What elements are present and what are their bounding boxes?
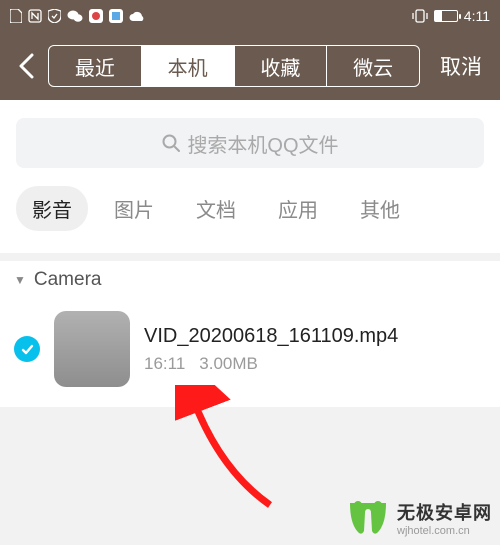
status-time: 4:11 xyxy=(464,8,490,24)
source-segmented-control: 最近 本机 收藏 微云 xyxy=(48,45,420,87)
watermark: 无极安卓网 wjhotel.com.cn xyxy=(347,499,492,537)
tab-docs[interactable]: 文档 xyxy=(180,186,252,231)
search-placeholder: 搜索本机QQ文件 xyxy=(187,129,338,158)
battery-icon xyxy=(434,10,458,22)
checkbox-checked[interactable] xyxy=(14,336,40,362)
tab-media[interactable]: 影音 xyxy=(16,186,88,231)
seg-local[interactable]: 本机 xyxy=(142,46,235,86)
group-name: Camera xyxy=(34,269,102,291)
app-icon-2 xyxy=(109,9,123,23)
group-header[interactable]: ▼ Camera xyxy=(0,253,500,297)
file-time: 16:11 xyxy=(144,354,185,374)
seg-favorites[interactable]: 收藏 xyxy=(235,46,328,86)
sim-icon xyxy=(10,9,22,23)
watermark-title: 无极安卓网 xyxy=(397,499,492,525)
back-button[interactable] xyxy=(12,46,40,86)
cloud-icon xyxy=(129,10,145,22)
nfc-icon xyxy=(28,9,42,23)
file-size: 3.00MB xyxy=(199,354,258,374)
file-meta: VID_20200618_161109.mp4 16:11 3.00MB xyxy=(144,325,398,374)
file-row[interactable]: VID_20200618_161109.mp4 16:11 3.00MB xyxy=(0,297,500,407)
shield-icon xyxy=(48,9,61,23)
seg-recent[interactable]: 最近 xyxy=(49,46,142,86)
tab-other[interactable]: 其他 xyxy=(344,186,416,231)
category-tabs: 影音 图片 文档 应用 其他 xyxy=(0,178,500,253)
watermark-logo xyxy=(347,499,389,537)
tab-images[interactable]: 图片 xyxy=(98,186,170,231)
search-wrapper: 搜索本机QQ文件 xyxy=(0,100,500,178)
header: 最近 本机 收藏 微云 取消 xyxy=(0,32,500,100)
file-name: VID_20200618_161109.mp4 xyxy=(144,325,398,348)
collapse-icon: ▼ xyxy=(14,273,26,287)
tab-apps[interactable]: 应用 xyxy=(262,186,334,231)
seg-weiyun[interactable]: 微云 xyxy=(327,46,419,86)
search-icon xyxy=(161,133,181,153)
app-icon-1 xyxy=(89,9,103,23)
file-thumbnail xyxy=(54,311,130,387)
cancel-button[interactable]: 取消 xyxy=(428,51,488,81)
vibrate-icon xyxy=(412,9,428,23)
search-input[interactable]: 搜索本机QQ文件 xyxy=(16,118,484,168)
watermark-sub: wjhotel.com.cn xyxy=(397,525,492,537)
status-bar: 4:11 xyxy=(0,0,500,32)
wechat-icon xyxy=(67,9,83,23)
